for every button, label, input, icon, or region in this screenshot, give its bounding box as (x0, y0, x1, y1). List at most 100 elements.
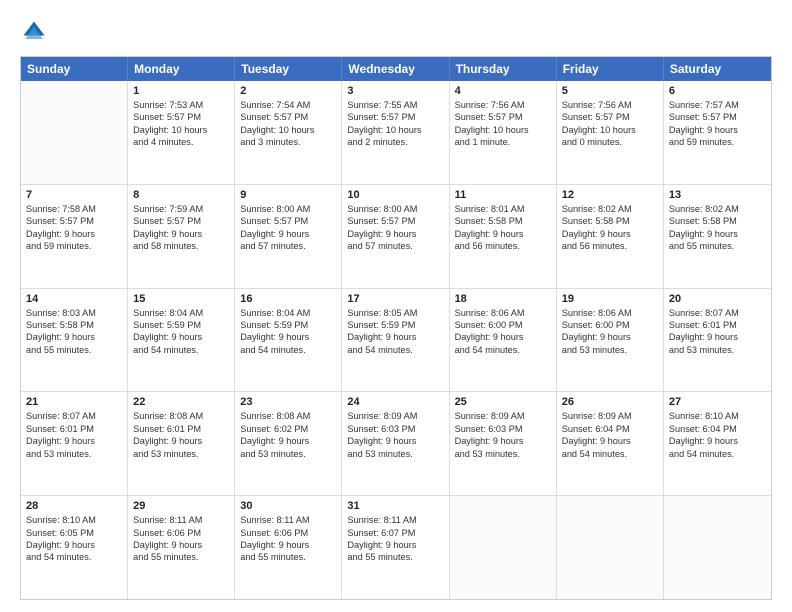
cell-info-line: and 55 minutes. (669, 240, 766, 252)
cell-info-line: Daylight: 9 hours (347, 539, 443, 551)
cell-info-line: Daylight: 9 hours (347, 435, 443, 447)
cell-info-line: Sunrise: 8:09 AM (455, 410, 551, 422)
page: SundayMondayTuesdayWednesdayThursdayFrid… (0, 0, 792, 612)
calendar-cell: 15Sunrise: 8:04 AMSunset: 5:59 PMDayligh… (128, 289, 235, 392)
cell-info-line: Daylight: 9 hours (133, 331, 229, 343)
cell-info-line: and 58 minutes. (133, 240, 229, 252)
cell-info-line: Sunrise: 8:03 AM (26, 307, 122, 319)
day-number: 12 (562, 189, 658, 201)
calendar-cell (557, 496, 664, 599)
cell-info-line: Sunrise: 8:07 AM (26, 410, 122, 422)
cell-info-line: Sunset: 5:57 PM (455, 111, 551, 123)
calendar-cell: 3Sunrise: 7:55 AMSunset: 5:57 PMDaylight… (342, 81, 449, 184)
cell-info-line: and 54 minutes. (133, 344, 229, 356)
cell-info-line: and 55 minutes. (240, 551, 336, 563)
cell-info-line: Sunset: 5:57 PM (669, 111, 766, 123)
cell-info-line: Sunrise: 8:10 AM (669, 410, 766, 422)
calendar-cell (21, 81, 128, 184)
day-number: 11 (455, 189, 551, 201)
day-number: 13 (669, 189, 766, 201)
cell-info-line: Sunset: 5:57 PM (347, 215, 443, 227)
cell-info-line: and 54 minutes. (26, 551, 122, 563)
cell-info-line: Sunset: 6:01 PM (669, 319, 766, 331)
cell-info-line: Sunset: 6:03 PM (455, 423, 551, 435)
calendar-cell: 16Sunrise: 8:04 AMSunset: 5:59 PMDayligh… (235, 289, 342, 392)
cell-info-line: Daylight: 10 hours (455, 124, 551, 136)
cell-info-line: Sunset: 6:03 PM (347, 423, 443, 435)
weekday-header: Friday (557, 57, 664, 81)
cell-info-line: and 53 minutes. (133, 448, 229, 460)
calendar-row: 7Sunrise: 7:58 AMSunset: 5:57 PMDaylight… (21, 185, 771, 289)
day-number: 26 (562, 396, 658, 408)
calendar-cell: 14Sunrise: 8:03 AMSunset: 5:58 PMDayligh… (21, 289, 128, 392)
cell-info-line: and 55 minutes. (26, 344, 122, 356)
cell-info-line: Sunrise: 7:59 AM (133, 203, 229, 215)
cell-info-line: Sunset: 5:57 PM (133, 111, 229, 123)
cell-info-line: Daylight: 9 hours (133, 228, 229, 240)
logo-icon (20, 18, 48, 46)
cell-info-line: Sunset: 5:57 PM (347, 111, 443, 123)
cell-info-line: and 54 minutes. (562, 448, 658, 460)
cell-info-line: and 53 minutes. (347, 448, 443, 460)
day-number: 7 (26, 189, 122, 201)
cell-info-line: Sunset: 6:00 PM (562, 319, 658, 331)
day-number: 16 (240, 293, 336, 305)
calendar-cell: 12Sunrise: 8:02 AMSunset: 5:58 PMDayligh… (557, 185, 664, 288)
cell-info-line: and 53 minutes. (26, 448, 122, 460)
calendar-cell: 4Sunrise: 7:56 AMSunset: 5:57 PMDaylight… (450, 81, 557, 184)
calendar-cell (450, 496, 557, 599)
cell-info-line: Sunrise: 8:07 AM (669, 307, 766, 319)
calendar-cell: 7Sunrise: 7:58 AMSunset: 5:57 PMDaylight… (21, 185, 128, 288)
day-number: 23 (240, 396, 336, 408)
calendar-body: 1Sunrise: 7:53 AMSunset: 5:57 PMDaylight… (21, 81, 771, 599)
header (20, 18, 772, 46)
calendar-cell: 18Sunrise: 8:06 AMSunset: 6:00 PMDayligh… (450, 289, 557, 392)
cell-info-line: Sunrise: 8:10 AM (26, 514, 122, 526)
day-number: 4 (455, 85, 551, 97)
day-number: 9 (240, 189, 336, 201)
day-number: 10 (347, 189, 443, 201)
day-number: 22 (133, 396, 229, 408)
cell-info-line: Sunset: 6:06 PM (240, 527, 336, 539)
cell-info-line: Sunrise: 7:55 AM (347, 99, 443, 111)
cell-info-line: and 59 minutes. (26, 240, 122, 252)
calendar-cell: 6Sunrise: 7:57 AMSunset: 5:57 PMDaylight… (664, 81, 771, 184)
cell-info-line: and 53 minutes. (455, 448, 551, 460)
cell-info-line: Sunset: 6:00 PM (455, 319, 551, 331)
cell-info-line: and 56 minutes. (455, 240, 551, 252)
cell-info-line: Daylight: 9 hours (455, 331, 551, 343)
cell-info-line: and 53 minutes. (562, 344, 658, 356)
cell-info-line: Daylight: 9 hours (240, 331, 336, 343)
cell-info-line: and 54 minutes. (240, 344, 336, 356)
weekday-header: Wednesday (342, 57, 449, 81)
day-number: 14 (26, 293, 122, 305)
day-number: 17 (347, 293, 443, 305)
day-number: 8 (133, 189, 229, 201)
calendar-cell: 11Sunrise: 8:01 AMSunset: 5:58 PMDayligh… (450, 185, 557, 288)
cell-info-line: Daylight: 9 hours (26, 539, 122, 551)
day-number: 27 (669, 396, 766, 408)
cell-info-line: Sunrise: 8:02 AM (669, 203, 766, 215)
cell-info-line: Sunrise: 8:11 AM (133, 514, 229, 526)
cell-info-line: Daylight: 9 hours (455, 435, 551, 447)
cell-info-line: Sunrise: 8:06 AM (455, 307, 551, 319)
cell-info-line: Daylight: 9 hours (562, 435, 658, 447)
cell-info-line: Daylight: 9 hours (240, 435, 336, 447)
calendar-cell: 5Sunrise: 7:56 AMSunset: 5:57 PMDaylight… (557, 81, 664, 184)
day-number: 1 (133, 85, 229, 97)
calendar-cell: 2Sunrise: 7:54 AMSunset: 5:57 PMDaylight… (235, 81, 342, 184)
cell-info-line: Sunrise: 8:06 AM (562, 307, 658, 319)
calendar-row: 1Sunrise: 7:53 AMSunset: 5:57 PMDaylight… (21, 81, 771, 185)
day-number: 25 (455, 396, 551, 408)
cell-info-line: Daylight: 9 hours (455, 228, 551, 240)
cell-info-line: Sunset: 6:01 PM (133, 423, 229, 435)
cell-info-line: Daylight: 9 hours (562, 331, 658, 343)
day-number: 6 (669, 85, 766, 97)
cell-info-line: and 2 minutes. (347, 136, 443, 148)
calendar-cell: 30Sunrise: 8:11 AMSunset: 6:06 PMDayligh… (235, 496, 342, 599)
cell-info-line: and 54 minutes. (669, 448, 766, 460)
weekday-header: Saturday (664, 57, 771, 81)
day-number: 31 (347, 500, 443, 512)
cell-info-line: and 55 minutes. (133, 551, 229, 563)
calendar-cell: 17Sunrise: 8:05 AMSunset: 5:59 PMDayligh… (342, 289, 449, 392)
